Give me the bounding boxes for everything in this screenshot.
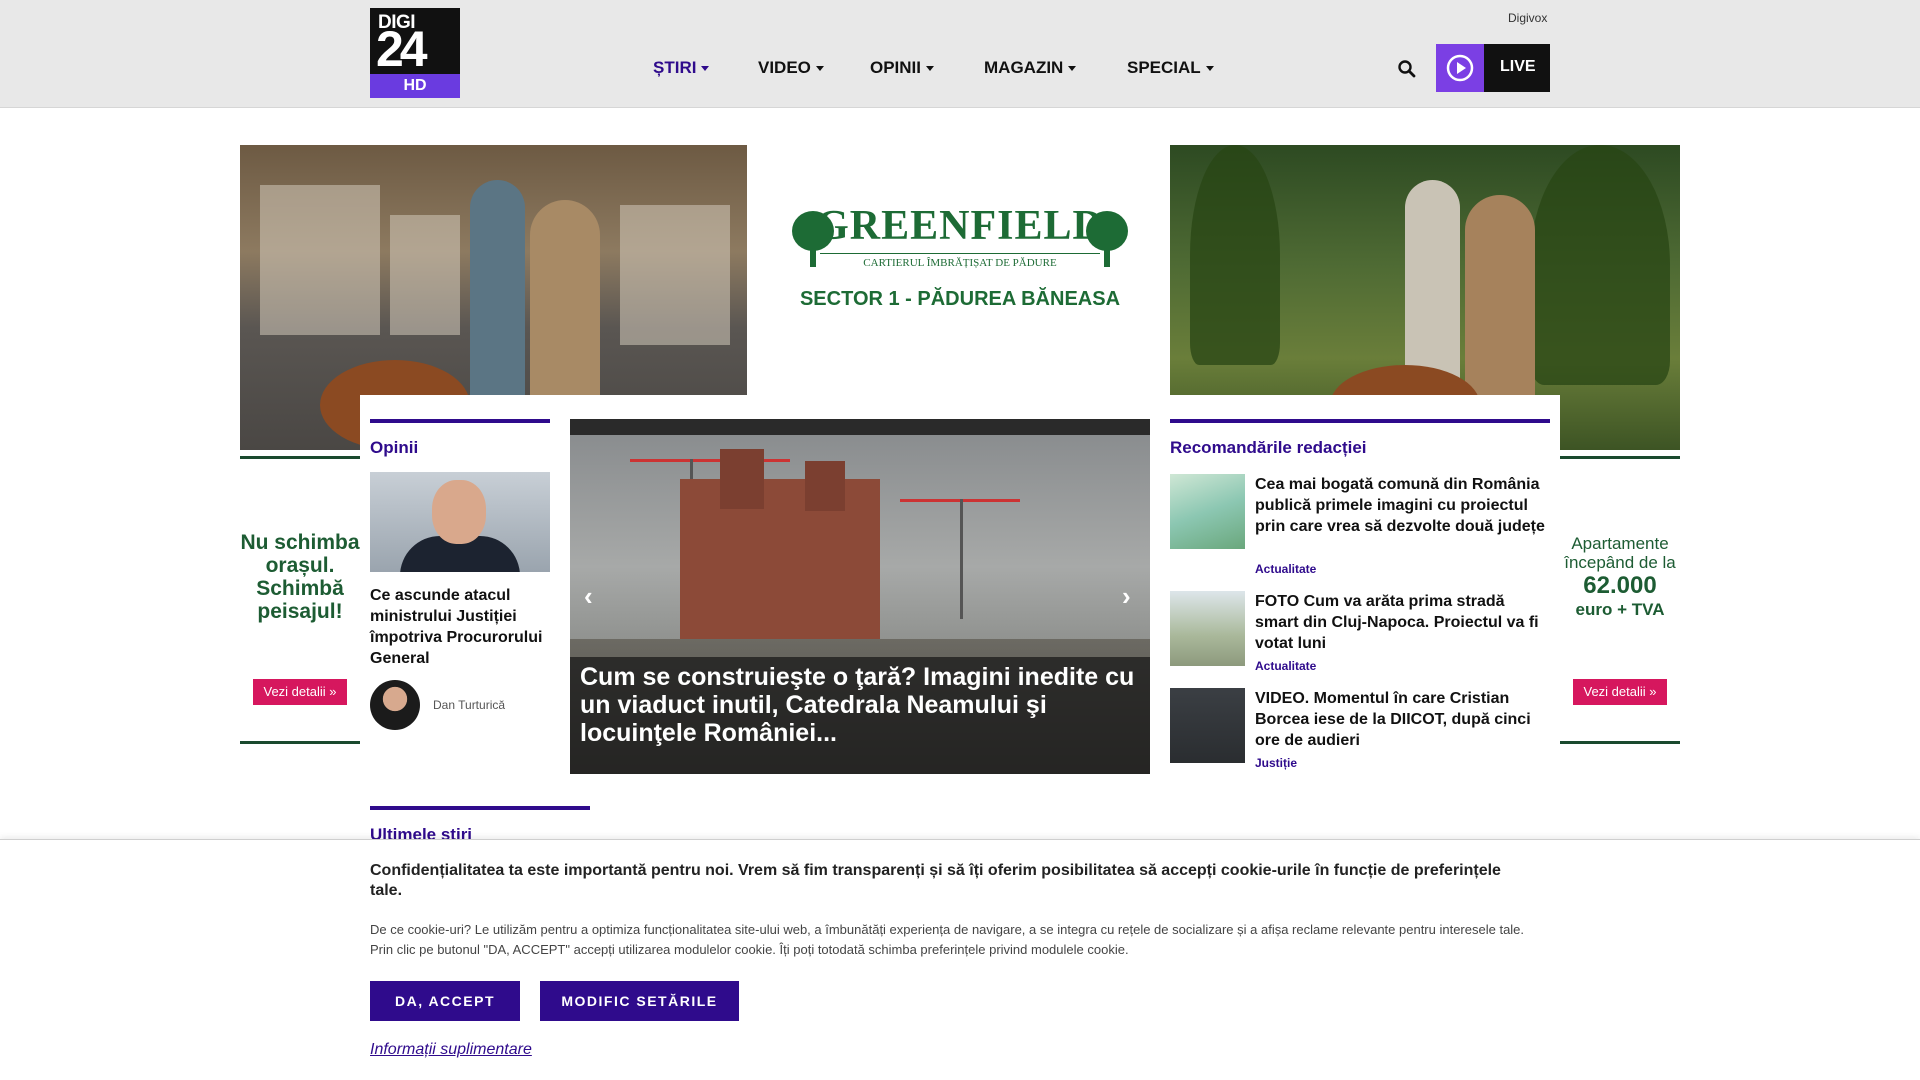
nav-item-opinii[interactable]: OPINII bbox=[870, 58, 935, 78]
greenfield-brand: GREENFIELD bbox=[816, 203, 1104, 249]
tree-shape bbox=[1190, 145, 1280, 365]
nav-item-label: SPECIAL bbox=[1127, 58, 1201, 77]
nav-item-label: MAGAZIN bbox=[984, 58, 1064, 77]
double-chevron-right-icon: » bbox=[329, 684, 337, 699]
slogan-line: Nu schimba bbox=[240, 531, 360, 554]
reco-thumbnail[interactable] bbox=[1170, 591, 1245, 666]
button-label: Vezi detalii bbox=[263, 684, 326, 699]
vezi-detalii-button[interactable]: Vezi detalii » bbox=[253, 679, 347, 705]
slider-top-bar bbox=[570, 419, 1150, 435]
nav-item-label: VIDEO bbox=[758, 58, 811, 77]
price-value: 62.000 bbox=[1583, 572, 1657, 599]
nav-item-magazin[interactable]: MAGAZIN bbox=[984, 58, 1077, 78]
list-item[interactable]: FOTO Cum va arăta prima stradă smart din… bbox=[1170, 591, 1550, 676]
side-ad-left[interactable]: Nu schimba orașul. Schimbă peisajul! Vez… bbox=[240, 456, 360, 744]
slider-caption[interactable]: Cum se construieşte o ţară? Imagini ined… bbox=[580, 663, 1140, 747]
slogan-line: orașul. bbox=[265, 554, 335, 577]
section-bar bbox=[370, 419, 550, 423]
crane-shape bbox=[630, 459, 790, 462]
price-block: Apartamente începând de la 62.000 euro +… bbox=[1560, 459, 1680, 619]
caret-down-icon bbox=[701, 66, 710, 72]
nav-item-special[interactable]: SPECIAL bbox=[1127, 58, 1214, 78]
caret-down-icon bbox=[1205, 66, 1214, 72]
opinions-title[interactable]: Opinii bbox=[370, 438, 418, 458]
price-suffix: euro + TVA bbox=[1575, 600, 1665, 619]
reco-thumbnail[interactable] bbox=[1170, 474, 1245, 549]
greenfield-tagline: CARTIERUL ÎMBRĂȚIȘAT DE PĂDURE bbox=[820, 253, 1100, 269]
tree-shape bbox=[1530, 145, 1670, 385]
cookie-heading: Confidențialitatea ta este importantă pe… bbox=[370, 862, 1501, 899]
face-shape bbox=[432, 480, 486, 544]
list-item[interactable]: Cea mai bogată comună din România public… bbox=[1170, 474, 1550, 584]
avatar[interactable] bbox=[370, 680, 420, 730]
opinion-image[interactable] bbox=[370, 472, 550, 572]
chevron-right-icon[interactable]: › bbox=[1122, 581, 1131, 612]
double-chevron-right-icon: » bbox=[1649, 684, 1657, 699]
section-bar bbox=[1170, 419, 1550, 423]
tower-shape bbox=[805, 461, 845, 511]
section-bar bbox=[370, 806, 590, 810]
play-icon bbox=[1436, 44, 1484, 92]
price-line: Apartamente bbox=[1571, 534, 1669, 553]
cookie-text: De ce cookie-uri? Le utilizăm pentru a o… bbox=[370, 922, 1525, 957]
nav-item-stiri[interactable]: ȘTIRI bbox=[653, 58, 710, 78]
building-shape bbox=[390, 215, 460, 335]
building-shape bbox=[620, 205, 730, 345]
greenfield-sector: SECTOR 1 - PĂDUREA BĂNEASA bbox=[799, 288, 1121, 310]
slogan-block: Nu schimba orașul. Schimbă peisajul! bbox=[240, 459, 360, 623]
cookie-settings-button[interactable]: MODIFIC SETĂRILE bbox=[540, 981, 739, 1021]
site-header: DIGI 24 HD ȘTIRI VIDEO OPINII MAGAZIN SP… bbox=[0, 0, 1920, 108]
list-item[interactable]: VIDEO. Momentul în care Cristian Borcea … bbox=[1170, 688, 1550, 773]
caret-down-icon bbox=[815, 66, 824, 72]
tower-shape bbox=[720, 449, 764, 509]
vezi-detalii-button[interactable]: Vezi detalii » bbox=[1573, 679, 1667, 705]
slogan-line: Schimbă bbox=[256, 577, 344, 600]
nav-item-label: ȘTIRI bbox=[653, 58, 697, 77]
live-label: LIVE bbox=[1500, 58, 1536, 75]
caret-down-icon bbox=[1068, 66, 1077, 72]
greenfield-logo[interactable]: GREENFIELD CARTIERUL ÎMBRĂȚIȘAT DE PĂDUR… bbox=[790, 205, 1130, 269]
digivox-link[interactable]: Digivox bbox=[1508, 11, 1547, 25]
chevron-left-icon[interactable]: ‹ bbox=[584, 581, 593, 612]
reco-title[interactable]: Cea mai bogată comună din România public… bbox=[1255, 474, 1550, 537]
price-line: începând de la bbox=[1564, 553, 1676, 572]
building-shape bbox=[260, 185, 380, 335]
reco-thumbnail[interactable] bbox=[1170, 688, 1245, 763]
crane-shape bbox=[960, 499, 963, 619]
reco-category[interactable]: Justiție bbox=[1255, 756, 1297, 770]
cookie-consent-panel: Confidențialitatea ta este importantă pe… bbox=[0, 839, 1920, 1080]
tree-icon bbox=[792, 211, 834, 267]
reco-category[interactable]: Actualitate bbox=[1255, 562, 1316, 576]
more-info-link[interactable]: Informații suplimentare bbox=[370, 1041, 532, 1059]
recommendations-title[interactable]: Recomandările redacției bbox=[1170, 438, 1367, 458]
logo-hd-badge: HD bbox=[370, 74, 460, 98]
logo-number: 24 bbox=[376, 21, 428, 77]
reco-title[interactable]: FOTO Cum va arăta prima stradă smart din… bbox=[1255, 591, 1550, 654]
featured-slider[interactable]: Cum se construieşte o ţară? Imagini ined… bbox=[570, 419, 1150, 774]
button-label: Vezi detalii bbox=[1583, 684, 1646, 699]
nav-item-video[interactable]: VIDEO bbox=[758, 58, 824, 78]
person-shape bbox=[470, 180, 525, 430]
live-button[interactable]: LIVE bbox=[1436, 44, 1550, 92]
side-ad-right[interactable]: Apartamente începând de la 62.000 euro +… bbox=[1560, 456, 1680, 744]
opinion-headline[interactable]: Ce ascunde atacul ministrului Justiției … bbox=[370, 585, 555, 669]
caret-down-icon bbox=[926, 66, 935, 72]
accept-cookies-button[interactable]: DA, ACCEPT bbox=[370, 981, 520, 1021]
reco-title[interactable]: VIDEO. Momentul în care Cristian Borcea … bbox=[1255, 688, 1550, 751]
search-icon[interactable] bbox=[1396, 58, 1418, 80]
digi24-logo[interactable]: DIGI 24 HD bbox=[370, 8, 460, 98]
reco-category[interactable]: Actualitate bbox=[1255, 659, 1316, 673]
nav-item-label: OPINII bbox=[870, 58, 922, 77]
author-name[interactable]: Dan Turturică bbox=[433, 698, 505, 712]
slogan-line: peisajul! bbox=[257, 600, 343, 623]
tree-icon bbox=[1086, 211, 1128, 267]
